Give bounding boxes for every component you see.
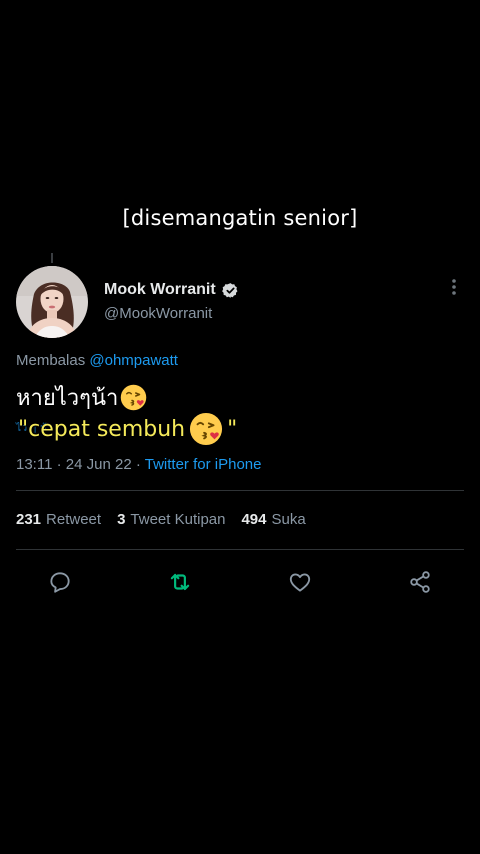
like-label: Suka <box>271 511 306 528</box>
engagement-stats: 231 Retweet 3 Tweet Kutipan 494 Suka <box>16 511 306 528</box>
like-stat[interactable]: 494 Suka <box>241 511 305 528</box>
retweet-count: 231 <box>16 511 42 528</box>
author-name-row[interactable]: Mook Worranit <box>104 281 239 299</box>
tweet-timestamp-row: 13:11 · 24 Jun 22 · Twitter for iPhone <box>16 456 261 473</box>
tweet-body: หายไวๆน้า <box>16 380 147 415</box>
subtitle-overlay: "cepat sembuh " <box>18 412 237 446</box>
tweet-text: หายไวๆน้า <box>16 386 119 411</box>
meta-separator: · <box>135 456 145 473</box>
divider <box>16 490 464 491</box>
kiss-emoji-icon <box>189 412 223 446</box>
like-count: 494 <box>241 511 267 528</box>
reply-icon[interactable] <box>47 569 73 595</box>
subtitle-text: "cepat sembuh <box>18 416 186 442</box>
replying-to-line: Membalas @ohmpawatt <box>16 352 178 369</box>
thread-connector-line <box>51 253 53 263</box>
author-display-name[interactable]: Mook Worranit <box>104 281 216 299</box>
avatar[interactable] <box>16 266 88 338</box>
retweet-label: Retweet <box>46 511 102 528</box>
verified-badge-icon <box>221 282 239 299</box>
more-vertical-icon[interactable] <box>444 277 464 297</box>
reply-mention-link[interactable]: @ohmpawatt <box>89 352 178 369</box>
retweet-icon[interactable] <box>167 569 193 595</box>
tweet-time[interactable]: 13:11 <box>16 456 52 473</box>
video-caption: [disemangatin senior] <box>122 206 358 230</box>
quote-count: 3 <box>117 511 126 528</box>
tweet-date[interactable]: 24 Jun 22 <box>66 456 132 473</box>
divider <box>16 549 464 550</box>
subtitle-close-quote: " <box>227 416 238 442</box>
quote-label: Tweet Kutipan <box>130 511 226 528</box>
author-handle[interactable]: @MookWorranit <box>104 305 212 322</box>
tweet-source-link[interactable]: Twitter for iPhone <box>145 456 262 473</box>
kiss-emoji-icon <box>120 384 147 411</box>
quote-stat[interactable]: 3 Tweet Kutipan <box>117 511 225 528</box>
heart-icon[interactable] <box>287 569 313 595</box>
share-icon[interactable] <box>407 569 433 595</box>
reply-prefix: Membalas <box>16 352 86 369</box>
retweet-stat[interactable]: 231 Retweet <box>16 511 101 528</box>
meta-separator: · <box>56 456 66 473</box>
